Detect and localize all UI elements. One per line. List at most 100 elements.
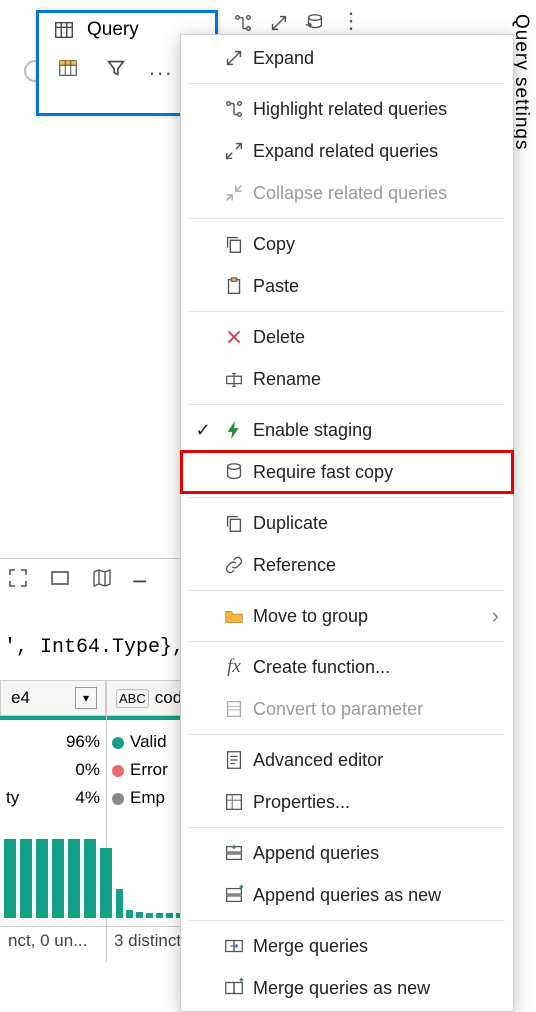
append-new-icon (219, 884, 249, 906)
menu-label: Properties... (253, 792, 350, 813)
parameter-icon (219, 698, 249, 720)
graph-icon (219, 98, 249, 120)
properties-icon (219, 791, 249, 813)
menu-label: Advanced editor (253, 750, 383, 771)
menu-separator (189, 590, 505, 591)
menu-expand-related[interactable]: Expand related queries (181, 130, 513, 172)
menu-label: Append queries (253, 843, 379, 864)
menu-label: Move to group (253, 606, 368, 627)
filter-icon (101, 57, 131, 79)
menu-create-function[interactable]: fx Create function... (181, 646, 513, 688)
rename-icon (219, 368, 249, 390)
menu-copy[interactable]: Copy (181, 223, 513, 265)
link-icon (219, 554, 249, 576)
menu-append-queries[interactable]: Append queries (181, 832, 513, 874)
formula-bar-fragment: ', Int64.Type}, (0, 630, 188, 665)
more-icon[interactable]: ... (149, 63, 173, 73)
fit-icon[interactable] (48, 566, 72, 596)
distribution-chart-e4 (4, 828, 112, 918)
menu-convert-to-parameter: Convert to parameter (181, 688, 513, 730)
collapse-in-icon (219, 182, 249, 204)
menu-rename[interactable]: Rename (181, 358, 513, 400)
stat-label: ty (6, 784, 19, 812)
stat-label: Emp (130, 788, 165, 807)
menu-label: Reference (253, 555, 336, 576)
expand-out-icon (219, 140, 249, 162)
menu-label: Paste (253, 276, 299, 297)
menu-label: Convert to parameter (253, 699, 423, 720)
menu-label: Delete (253, 327, 305, 348)
menu-separator (189, 83, 505, 84)
menu-separator (189, 497, 505, 498)
column-header-e4[interactable]: e4 ▾ (0, 680, 106, 716)
dot-valid-icon (112, 737, 124, 749)
menu-paste[interactable]: Paste (181, 265, 513, 307)
merge-icon (219, 935, 249, 957)
menu-label: Duplicate (253, 513, 328, 534)
menu-separator (189, 827, 505, 828)
menu-separator (189, 920, 505, 921)
menu-separator (189, 641, 505, 642)
menu-label: Rename (253, 369, 321, 390)
editor-icon (219, 749, 249, 771)
lightning-icon (219, 419, 249, 441)
menu-label: Require fast copy (253, 462, 393, 483)
column-name: e4 (11, 688, 30, 708)
table-icon (49, 19, 79, 41)
menu-label: Append queries as new (253, 885, 441, 906)
stat-empty-pct: 4% (75, 784, 100, 812)
menu-label: Highlight related queries (253, 99, 447, 120)
menu-merge-queries-as-new[interactable]: Merge queries as new (181, 967, 513, 1009)
menu-append-queries-as-new[interactable]: Append queries as new (181, 874, 513, 916)
menu-label: Create function... (253, 657, 390, 678)
menu-properties[interactable]: Properties... (181, 781, 513, 823)
folder-icon (219, 605, 249, 627)
paste-icon (219, 275, 249, 297)
menu-label: Collapse related queries (253, 183, 447, 204)
append-icon (219, 842, 249, 864)
check-icon: ✓ (191, 420, 215, 441)
menu-delete[interactable]: Delete (181, 316, 513, 358)
quality-bar (0, 716, 106, 720)
distinct-cell: nct, 0 un... (0, 926, 106, 955)
column-divider (106, 680, 107, 962)
stat-valid-pct: 96% (66, 728, 100, 756)
menu-move-to-group[interactable]: Move to group › (181, 595, 513, 637)
dot-error-icon (112, 765, 124, 777)
menu-label: Merge queries (253, 936, 368, 957)
table-data-icon (53, 57, 83, 79)
menu-separator (189, 311, 505, 312)
menu-collapse-related: Collapse related queries (181, 172, 513, 214)
menu-label: Expand (253, 48, 314, 69)
map-icon[interactable] (90, 566, 114, 596)
menu-duplicate[interactable]: Duplicate (181, 502, 513, 544)
fullscreen-icon[interactable] (6, 566, 30, 596)
expand-icon (219, 47, 249, 69)
type-badge: ABC (116, 689, 149, 708)
menu-label: Copy (253, 234, 295, 255)
fx-icon: fx (219, 656, 249, 678)
menu-reference[interactable]: Reference (181, 544, 513, 586)
zoom-out-button[interactable]: − (132, 566, 147, 597)
stat-label: Valid (130, 732, 167, 751)
chevron-right-icon: › (492, 603, 499, 629)
menu-advanced-editor[interactable]: Advanced editor (181, 739, 513, 781)
menu-expand[interactable]: Expand (181, 37, 513, 79)
menu-separator (189, 218, 505, 219)
menu-merge-queries[interactable]: Merge queries (181, 925, 513, 967)
menu-highlight-related[interactable]: Highlight related queries (181, 88, 513, 130)
delete-icon (219, 326, 249, 348)
stat-label: Error (130, 760, 168, 779)
database-icon (219, 461, 249, 483)
menu-label: Expand related queries (253, 141, 438, 162)
duplicate-icon (219, 512, 249, 534)
chevron-down-icon[interactable]: ▾ (75, 687, 97, 709)
menu-require-fast-copy[interactable]: Require fast copy (181, 451, 513, 493)
menu-label: Merge queries as new (253, 978, 430, 999)
stat-error-pct: 0% (75, 756, 100, 784)
query-context-menu: Expand Highlight related queries Expand … (180, 34, 514, 1012)
menu-enable-staging[interactable]: ✓ Enable staging (181, 409, 513, 451)
menu-separator (189, 734, 505, 735)
copy-icon (219, 233, 249, 255)
view-toolbar: − (0, 558, 190, 603)
